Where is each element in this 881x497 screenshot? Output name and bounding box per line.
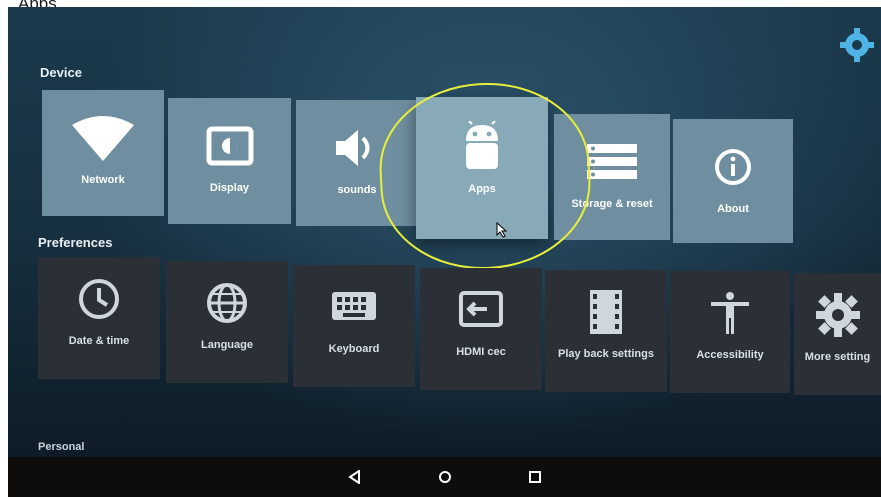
globe-icon <box>207 283 247 323</box>
tile-label: Display <box>209 182 250 194</box>
tile-label: Storage & reset <box>571 198 653 210</box>
wifi-icon <box>72 116 134 161</box>
tile-date-time[interactable]: Date & time <box>38 257 160 379</box>
recents-icon <box>528 471 541 483</box>
tile-language[interactable]: Language <box>166 261 288 383</box>
settings-gear-icon[interactable] <box>839 27 875 63</box>
tile-label: Language <box>201 339 253 351</box>
accessibility-icon <box>711 292 749 334</box>
input-icon <box>459 291 503 327</box>
tile-label: About <box>717 203 749 215</box>
home-button[interactable] <box>435 467 455 487</box>
tile-label: HDMI cec <box>456 346 506 358</box>
tile-label: Keyboard <box>328 343 380 355</box>
speaker-icon <box>336 130 370 166</box>
info-icon <box>715 149 751 185</box>
tile-label: More setting <box>804 351 871 363</box>
recents-button[interactable] <box>525 467 545 487</box>
film-icon <box>590 290 622 334</box>
tile-keyboard[interactable]: Keyboard <box>293 265 415 387</box>
tile-label: Date & time <box>68 335 130 347</box>
home-icon <box>438 471 451 483</box>
storage-icon <box>587 144 637 179</box>
gear-icon <box>815 293 860 337</box>
back-button[interactable] <box>345 467 365 487</box>
keyboard-icon <box>332 292 376 320</box>
tile-apps[interactable]: Apps <box>416 97 548 239</box>
tile-label: Play back settings <box>558 348 654 360</box>
tile-about[interactable]: About <box>673 119 793 243</box>
tile-label: Apps <box>468 183 496 195</box>
settings-screen: Device Network Display sounds Apps Stora… <box>8 7 881 497</box>
navigation-bar <box>8 457 881 497</box>
display-icon <box>206 126 253 166</box>
tile-display[interactable]: Display <box>168 98 291 224</box>
tile-network[interactable]: Network <box>42 90 164 216</box>
tile-label: sounds <box>337 184 377 196</box>
tile-hdmi-cec[interactable]: HDMI cec <box>420 268 542 390</box>
tile-label: Accessibility <box>696 349 764 361</box>
tile-label: Network <box>81 174 125 186</box>
clock-icon <box>79 279 119 319</box>
tile-storage-reset[interactable]: Storage & reset <box>554 114 670 240</box>
android-icon <box>466 121 498 169</box>
tile-playback-settings[interactable]: Play back settings <box>545 270 667 392</box>
tile-more-setting[interactable]: More setting <box>794 273 881 395</box>
back-icon <box>347 470 360 484</box>
tile-sounds[interactable]: sounds <box>296 100 418 226</box>
tile-accessibility[interactable]: Accessibility <box>670 271 790 393</box>
mouse-cursor-icon <box>496 222 508 238</box>
section-device-label: Device <box>40 65 82 80</box>
section-preferences-label: Preferences <box>38 235 113 250</box>
section-personal-label: Personal <box>38 441 85 453</box>
